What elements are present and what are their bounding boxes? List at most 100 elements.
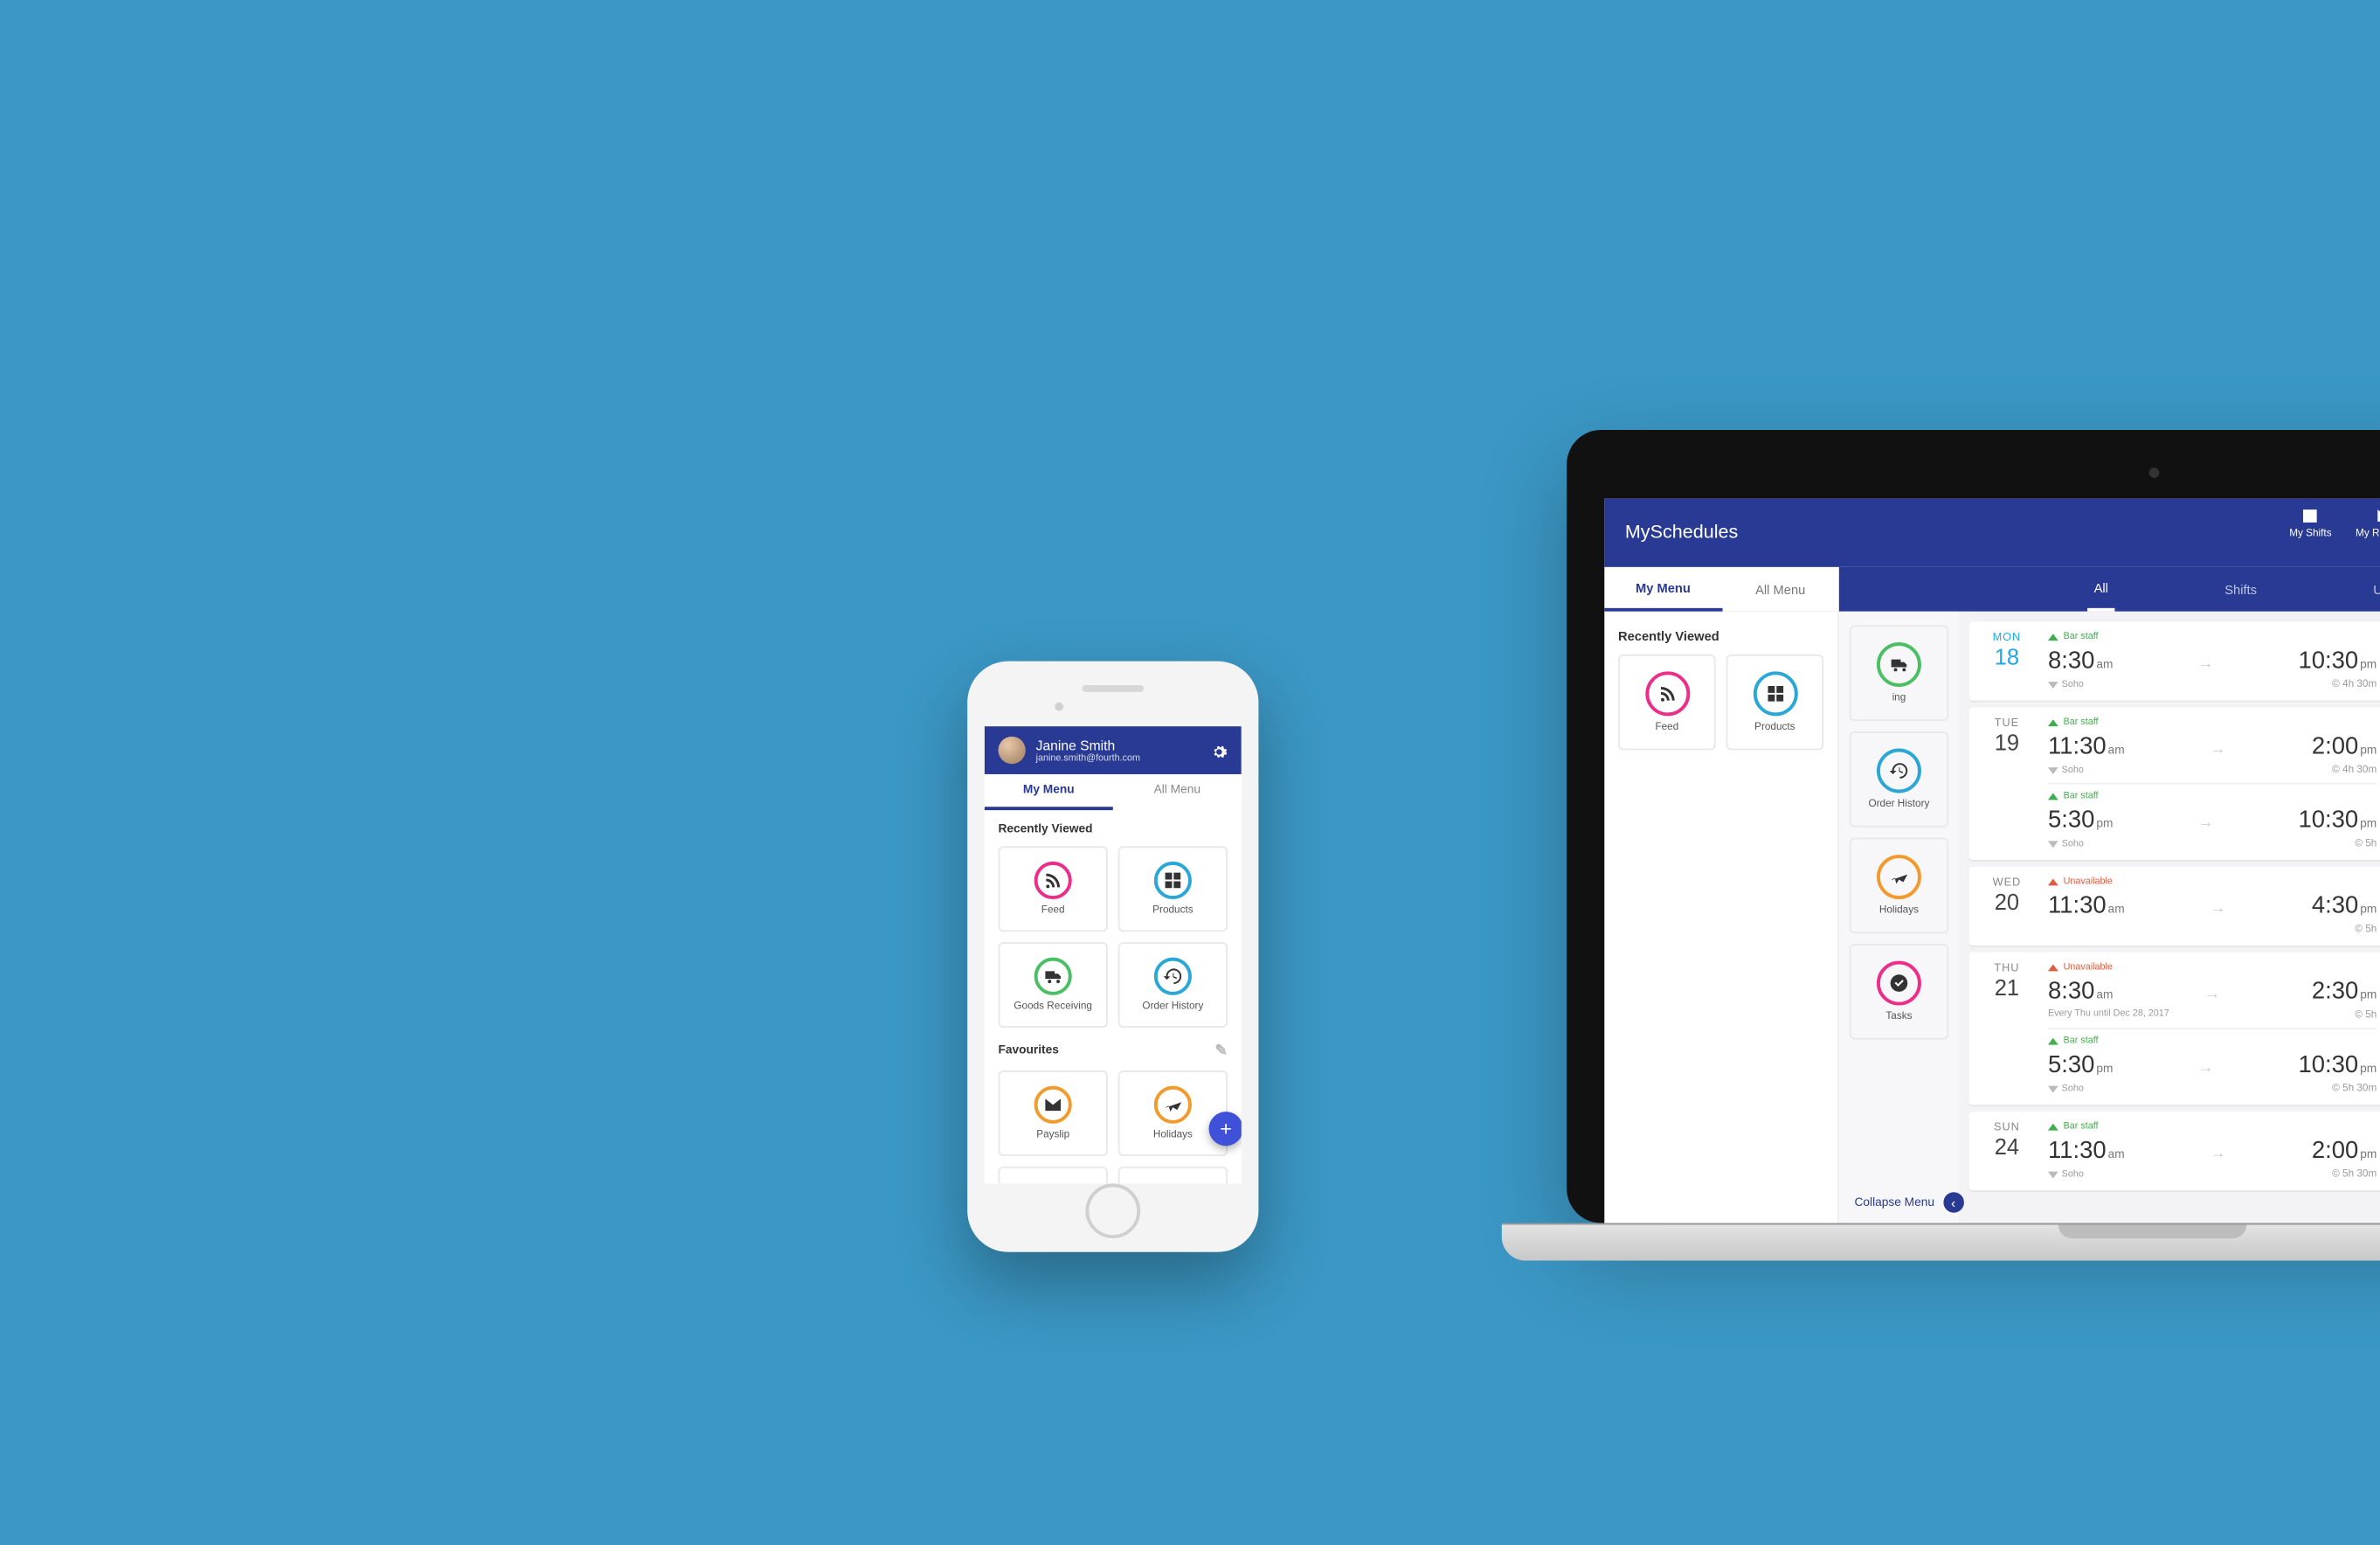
start-time: 5:30pm: [2048, 1050, 2113, 1077]
truck-icon: [1877, 642, 1921, 687]
mail-icon: [2376, 505, 2380, 526]
end-time: 10:30pm: [2299, 805, 2377, 832]
shift-card[interactable]: SUN 24 Bar staff 11:30am → 2:00pm Soho ©…: [1969, 1112, 2380, 1190]
tab-my-menu[interactable]: My Menu: [985, 774, 1113, 810]
tile-tasks[interactable]: [1118, 1167, 1228, 1184]
arrow-right-icon: →: [2198, 655, 2214, 672]
location: Soho: [2048, 837, 2084, 849]
day-of-week: THU: [1982, 963, 2031, 975]
edit-icon[interactable]: ✎: [1214, 1042, 1228, 1061]
start-time: 8:30am: [2048, 646, 2113, 673]
arrow-right-icon: →: [2204, 985, 2220, 1002]
arrow-right-icon: →: [2198, 814, 2214, 831]
check-icon: [1877, 961, 1921, 1006]
recently-viewed-heading: Recently Viewed: [998, 824, 1228, 836]
gear-icon[interactable]: [1211, 744, 1228, 761]
day-number: 19: [1982, 730, 2031, 755]
shift-card[interactable]: TUE 19 Bar staff 11:30am → 2:00pm Soho ©…: [1969, 708, 2380, 860]
plane-icon: [1154, 1086, 1192, 1124]
phone-mockup: Janine Smith janine.smith@fourth.com My …: [967, 662, 1258, 1252]
day-of-week: TUE: [1982, 717, 2031, 730]
day-of-week: MON: [1982, 632, 2031, 644]
favourites-heading: Favourites✎: [998, 1042, 1228, 1061]
calendar-icon: [2300, 505, 2321, 526]
end-time: 2:00pm: [2312, 1136, 2377, 1163]
tab-all-menu[interactable]: All Menu: [1722, 567, 1839, 612]
start-time: 11:30am: [2048, 731, 2125, 759]
duration: © 5h 30m: [2332, 1084, 2377, 1095]
rss-icon: [1034, 862, 1072, 899]
location: Soho: [2048, 1168, 2084, 1181]
duration: © 5h: [2355, 925, 2377, 935]
tile-goods[interactable]: ing: [1850, 625, 1949, 721]
tile-tasks[interactable]: Tasks: [1850, 944, 1949, 1040]
tile-holidays[interactable]: Holidays: [1850, 837, 1949, 933]
recently-viewed-heading: Recently Viewed: [1618, 628, 1823, 644]
location: Soho: [2048, 1083, 2084, 1095]
app-header: MySchedules My Shifts My Requests Team r…: [1604, 498, 2380, 566]
duration: © 5h 30m: [2332, 1170, 2377, 1181]
tile-feed[interactable]: Feed: [998, 846, 1107, 932]
tile-products[interactable]: Products: [1726, 655, 1823, 751]
day-of-week: WED: [1982, 877, 2031, 890]
tab-all-menu[interactable]: All Menu: [1113, 774, 1242, 810]
shift-tag: Bar staff: [2048, 1122, 2377, 1133]
shift-tag: Bar staff: [2048, 1036, 2377, 1047]
duration: © 4h 30m: [2332, 766, 2377, 776]
fab-add[interactable]: +: [1209, 1112, 1242, 1146]
chevron-left-icon: ‹: [1943, 1192, 1964, 1213]
location: Soho: [2048, 764, 2084, 776]
arrow-right-icon: →: [2210, 1144, 2226, 1161]
filter-unavailable[interactable]: Unavailable: [2366, 567, 2380, 612]
end-time: 10:30pm: [2299, 1050, 2377, 1077]
arrow-right-icon: →: [2210, 740, 2226, 758]
start-time: 8:30am: [2048, 976, 2113, 1003]
history-icon: [1877, 749, 1921, 793]
day-number: 21: [1982, 974, 2031, 1000]
start-time: 5:30pm: [2048, 805, 2113, 832]
laptop-screen: MySchedules My Shifts My Requests Team r…: [1604, 498, 2380, 1223]
tile-profile[interactable]: [998, 1167, 1107, 1184]
tile-holidays[interactable]: Holidays: [1118, 1070, 1228, 1156]
location: Soho: [2048, 678, 2084, 690]
arrow-right-icon: →: [2198, 1058, 2214, 1076]
shift-list[interactable]: MON 18 Bar staff 8:30am → 10:30pm Soho ©…: [1959, 612, 2380, 1223]
shift-tag: Bar staff: [2048, 792, 2377, 802]
filter-shifts[interactable]: Shifts: [2217, 567, 2263, 612]
tile-products[interactable]: Products: [1118, 846, 1228, 932]
duration: © 5h: [2355, 839, 2377, 849]
tab-my-menu[interactable]: My Menu: [1604, 567, 1721, 612]
tile-order-history[interactable]: Order History: [1118, 942, 1228, 1028]
tile-goods[interactable]: Goods Receiving: [998, 942, 1107, 1028]
shift-card[interactable]: WED 20 Unavailable 11:30am → 4:30pm © 5h: [1969, 867, 2380, 946]
rss-icon: [1644, 671, 1689, 716]
end-time: 2:00pm: [2312, 731, 2377, 759]
avatar[interactable]: [998, 737, 1025, 764]
tile-payslip[interactable]: Payslip: [998, 1070, 1107, 1156]
history-icon: [1154, 958, 1192, 995]
shift-tag: Bar staff: [2048, 632, 2377, 642]
truck-icon: [1034, 958, 1072, 995]
filter-all[interactable]: All: [2087, 567, 2115, 612]
plane-icon: [1877, 855, 1921, 899]
day-of-week: SUN: [1982, 1122, 2031, 1134]
collapse-menu[interactable]: Collapse Menu ‹: [1854, 1192, 1963, 1213]
shift-card[interactable]: MON 18 Bar staff 8:30am → 10:30pm Soho ©…: [1969, 622, 2380, 701]
duration: © 4h 30m: [2332, 680, 2377, 690]
header-my-shifts[interactable]: My Shifts: [2289, 505, 2331, 542]
user-email: janine.smith@fourth.com: [1036, 752, 1140, 763]
header-my-requests[interactable]: My Requests: [2356, 505, 2380, 542]
end-time: 10:30pm: [2299, 646, 2377, 673]
shift-card[interactable]: THU 21 Unavailable 8:30am → 2:30pm Every…: [1969, 953, 2380, 1105]
user-name: Janine Smith: [1036, 738, 1140, 753]
mail-icon: [1034, 1086, 1072, 1124]
shift-tag: Unavailable: [2048, 963, 2377, 973]
tile-feed[interactable]: Feed: [1618, 655, 1716, 751]
arrow-right-icon: →: [2210, 899, 2226, 917]
tile-order-history[interactable]: Order History: [1850, 731, 1949, 828]
products-icon: [1154, 862, 1192, 899]
end-time: 4:30pm: [2312, 890, 2377, 918]
day-number: 24: [1982, 1134, 2031, 1160]
start-time: 11:30am: [2048, 890, 2125, 918]
shift-tag: Unavailable: [2048, 877, 2377, 888]
